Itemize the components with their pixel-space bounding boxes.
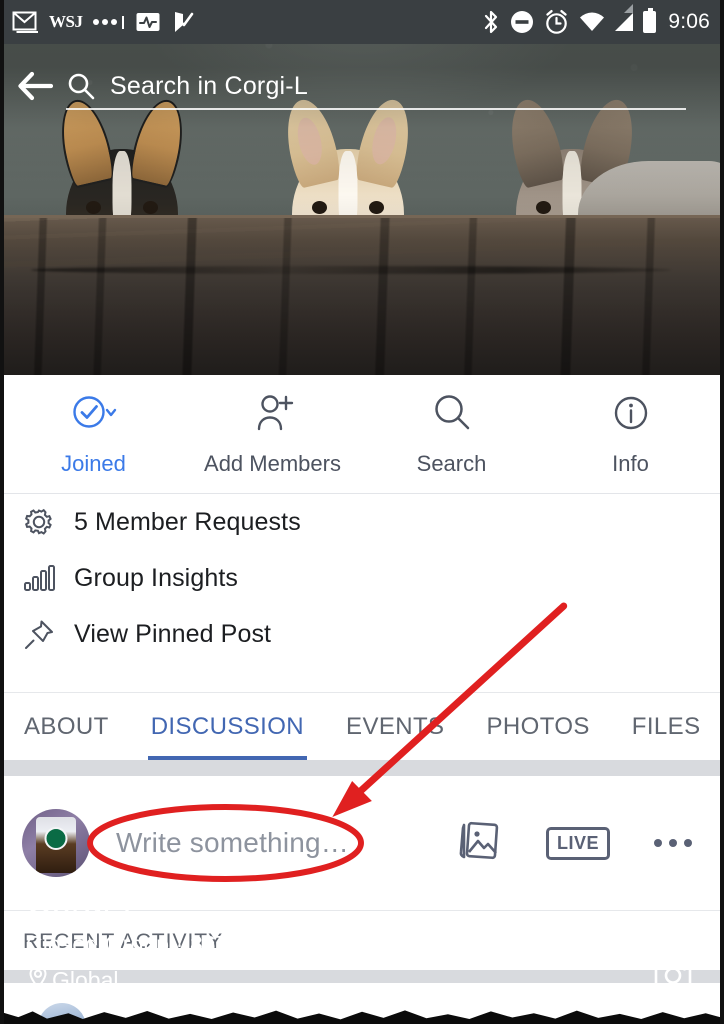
- activity-chart-icon: [135, 10, 161, 34]
- wifi-icon: [579, 11, 605, 33]
- search-placeholder-text: Search in Corgi-L: [110, 71, 308, 100]
- group-name: Corgi-L: [26, 882, 143, 922]
- menu-item-member-requests[interactable]: 5 Member Requests: [4, 494, 720, 550]
- group-subtitle: Closed Group · 867 Members: [26, 931, 332, 957]
- back-arrow-icon: [18, 71, 53, 101]
- menu-item-group-insights-label: Group Insights: [74, 563, 238, 592]
- action-joined[interactable]: Joined: [4, 392, 183, 477]
- tab-events[interactable]: EVENTS: [325, 693, 465, 760]
- camera-icon: [654, 958, 692, 989]
- action-info-label: Info: [612, 450, 649, 476]
- group-tabs: ABOUT DISCUSSION EVENTS PHOTOS FILES AL: [4, 692, 720, 760]
- status-bar: WSJ 9:06: [4, 0, 720, 44]
- photo-library-icon: [459, 821, 499, 859]
- composer-more-button[interactable]: [654, 839, 692, 847]
- battery-icon: [643, 8, 657, 33]
- location-pin-icon: [26, 964, 50, 996]
- tasks-check-icon: [172, 10, 194, 34]
- back-button[interactable]: [4, 58, 66, 114]
- info-circle-icon: [610, 392, 652, 439]
- tab-files[interactable]: FILES: [611, 693, 720, 760]
- composer-actions: LIVE: [456, 819, 702, 868]
- menu-item-view-pinned-post-label: View Pinned Post: [74, 619, 272, 648]
- group-menu-list: 5 Member Requests Group Insights View Pi…: [4, 493, 720, 662]
- menu-item-view-pinned-post[interactable]: View Pinned Post: [4, 606, 720, 662]
- phone-screen: Search in Corgi-L Corgi-L Closed Group ·…: [0, 0, 724, 1024]
- action-joined-label: Joined: [61, 450, 126, 476]
- status-bar-left-icons: WSJ: [12, 10, 194, 34]
- alarm-icon: [544, 9, 569, 35]
- search-underline: [66, 108, 686, 110]
- group-location-label: Global: [52, 966, 119, 993]
- action-search[interactable]: Search: [362, 392, 541, 477]
- do-not-disturb-icon: [510, 10, 534, 34]
- action-add-members[interactable]: Add Members: [183, 392, 362, 477]
- photo-library-button[interactable]: [456, 819, 502, 868]
- group-action-row: Joined Add Members Search Info: [4, 375, 720, 493]
- check-circle-chevron-icon: [68, 392, 120, 439]
- wsj-icon: WSJ: [49, 12, 83, 31]
- avatar[interactable]: [22, 809, 90, 877]
- cell-signal-icon: [615, 4, 634, 31]
- search-bar: Search in Corgi-L: [4, 56, 720, 116]
- gmail-icon: [12, 10, 38, 34]
- status-bar-right-icons: 9:06: [482, 4, 710, 35]
- cover-camera-button[interactable]: [654, 957, 692, 994]
- gear-icon: [22, 505, 74, 539]
- group-meta: Corgi-L Closed Group · 867 Members Globa…: [26, 882, 332, 997]
- action-add-members-label: Add Members: [204, 450, 341, 476]
- action-info[interactable]: Info: [541, 392, 720, 477]
- live-video-button[interactable]: LIVE: [545, 826, 610, 860]
- tab-discussion[interactable]: DISCUSSION: [130, 693, 325, 760]
- section-divider-top: [4, 760, 720, 776]
- add-person-icon: [247, 392, 299, 439]
- search-icon: [66, 71, 96, 101]
- screenshot-bottom-edge: [4, 1010, 720, 1024]
- more-dots-icon: [93, 15, 125, 29]
- composer-input[interactable]: Write something…: [90, 809, 456, 877]
- search-input[interactable]: Search in Corgi-L: [66, 58, 686, 114]
- clock-time: 9:06: [668, 10, 710, 33]
- tab-photos[interactable]: PHOTOS: [465, 693, 610, 760]
- search-icon: [431, 392, 473, 439]
- bar-chart-icon: [22, 561, 74, 595]
- menu-item-member-requests-label: 5 Member Requests: [74, 507, 301, 536]
- tab-about[interactable]: ABOUT: [4, 693, 130, 760]
- composer-placeholder: Write something…: [116, 827, 349, 858]
- menu-item-group-insights[interactable]: Group Insights: [4, 550, 720, 606]
- pin-icon: [22, 617, 74, 651]
- action-search-label: Search: [416, 450, 487, 476]
- bluetooth-icon: [482, 9, 500, 35]
- group-location: Global: [26, 964, 332, 996]
